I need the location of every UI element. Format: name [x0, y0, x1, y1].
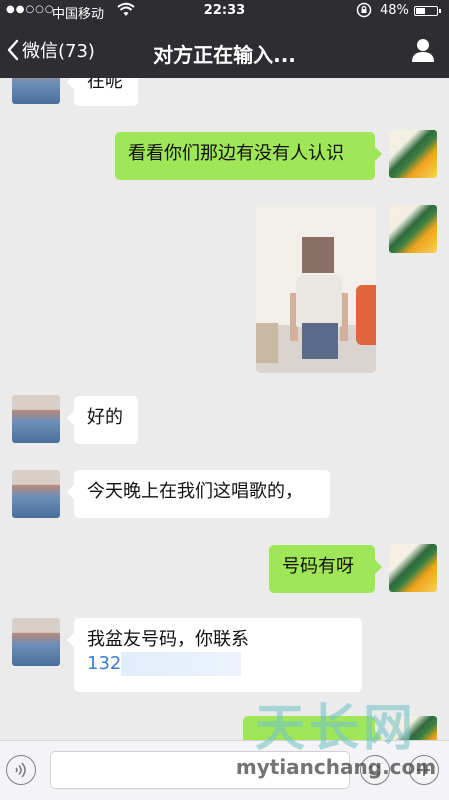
emoji-button[interactable]: [360, 755, 390, 785]
pixelated-face: [302, 237, 334, 273]
smiley-icon: [368, 765, 381, 776]
my-avatar[interactable]: [389, 130, 437, 178]
friend-avatar[interactable]: [12, 618, 60, 666]
my-avatar[interactable]: [389, 544, 437, 592]
rotation-lock-icon: [356, 2, 372, 18]
person-icon: [412, 39, 434, 62]
back-label: 微信(73): [22, 41, 95, 62]
message-bubble[interactable]: 我盆友号码，你联系 132: [67, 618, 362, 692]
message-text: 看看你们那边有没有人认识: [128, 143, 344, 164]
my-avatar[interactable]: [389, 205, 437, 253]
message-bubble[interactable]: 今天晚上在我们这唱歌的，: [67, 470, 330, 518]
my-avatar[interactable]: [389, 716, 437, 740]
status-bar: ●●○○○ 中国移动 22:33 48%: [0, 0, 449, 22]
message-text: 我盆友号码，你联系: [87, 629, 249, 650]
message-text: 在呢: [87, 78, 123, 92]
message-bubble[interactable]: 好的: [67, 396, 138, 444]
chevron-left-icon: [7, 39, 19, 61]
voice-wave-icon: [15, 762, 26, 778]
phone-number-link[interactable]: 132: [87, 653, 121, 674]
chat-info-button[interactable]: [409, 36, 437, 64]
message-input[interactable]: [50, 751, 350, 789]
battery-icon: [414, 6, 441, 16]
friend-avatar[interactable]: [12, 395, 60, 443]
message-text: 好的: [87, 407, 123, 428]
battery-percent: 48%: [380, 3, 409, 18]
input-bar: [0, 740, 449, 800]
message-bubble[interactable]: 在呢: [67, 78, 138, 106]
redacted-number: [121, 652, 242, 676]
chat-header: 微信(73) 对方正在输入...: [0, 22, 449, 78]
image-message[interactable]: [256, 205, 376, 373]
message-text: 号码有呀: [282, 556, 354, 577]
message-bubble[interactable]: [243, 716, 382, 740]
more-options-button[interactable]: [409, 755, 439, 785]
message-text: 今天晚上在我们这唱歌的，: [87, 481, 303, 502]
friend-avatar[interactable]: [12, 470, 60, 518]
friend-avatar[interactable]: [12, 78, 60, 104]
message-bubble[interactable]: 看看你们那边有没有人认识: [115, 132, 382, 180]
message-list[interactable]: 在呢 看看你们那边有没有人认识 好的 今天晚上在我们这唱歌的， 号码有呀 我盆友…: [0, 78, 449, 740]
back-button[interactable]: 微信(73): [6, 32, 95, 68]
message-bubble[interactable]: 号码有呀: [269, 545, 382, 593]
voice-input-button[interactable]: [6, 755, 36, 785]
